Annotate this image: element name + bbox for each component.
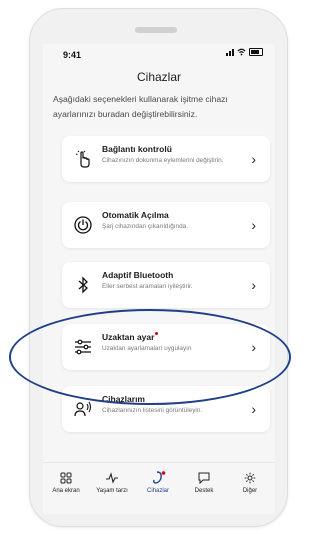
wifi-icon: [237, 48, 246, 56]
card-description: Cihazlarınızın listesini görüntüleyin.: [102, 407, 203, 414]
power-icon: [71, 213, 95, 237]
chevron-right-icon: ›: [251, 217, 256, 233]
tab-label: Destek: [194, 488, 214, 494]
tab-home[interactable]: Ana ekran: [43, 470, 89, 494]
app-screen: 9:41 Cihazlar Aşağıdaki seçenekleri kull…: [43, 44, 275, 514]
highlight-ellipse-annotation: [9, 309, 291, 405]
status-bar: 9:41: [43, 44, 275, 64]
tab-lifestyle[interactable]: Yaşam tarzı: [89, 470, 135, 494]
hearing-aid-icon: [135, 470, 181, 486]
status-indicators: [226, 48, 263, 56]
chevron-right-icon: ›: [251, 277, 256, 293]
chevron-right-icon: ›: [251, 151, 256, 167]
speaker-bar: [135, 27, 177, 33]
card-description: Cihazınızın dokunma eylemlerini değiştir…: [102, 157, 224, 164]
tab-more[interactable]: Diğer: [227, 470, 273, 494]
card-auto-on[interactable]: Otomatik Açılma Şarj cihazından çıkarıld…: [62, 202, 270, 248]
card-title: Otomatik Açılma: [102, 210, 169, 220]
card-connection-control[interactable]: Bağlantı kontrolü Cihazınızın dokunma ey…: [62, 136, 270, 182]
signal-icon: [226, 48, 234, 56]
card-description: Eller serbest aramaları iyileştirir.: [102, 283, 193, 290]
tab-label: Diğer: [242, 488, 258, 494]
tab-label: Yaşam tarzı: [96, 488, 128, 494]
chat-icon: [181, 470, 227, 486]
page-title: Cihazlar: [136, 70, 181, 84]
tab-bar: Ana ekran Yaşam tarzı Cihazlar Destek Di…: [43, 462, 275, 514]
tab-devices[interactable]: Cihazlar: [135, 470, 181, 494]
intro-text: Aşağıdaki seçenekleri kullanarak işitme …: [53, 94, 228, 119]
grid-icon: [43, 470, 89, 486]
card-adaptive-bluetooth[interactable]: Adaptif Bluetooth Eller serbest aramalar…: [62, 262, 270, 308]
status-time: 9:41: [63, 50, 82, 60]
gear-icon: [227, 470, 273, 486]
card-title: Bağlantı kontrolü: [102, 144, 172, 154]
tab-label: Cihazlar: [146, 488, 169, 494]
chevron-right-icon: ›: [251, 401, 256, 417]
pulse-icon: [89, 470, 135, 486]
bluetooth-icon: [71, 273, 95, 297]
tab-support[interactable]: Destek: [181, 470, 227, 494]
battery-icon: [249, 48, 263, 56]
card-description: Şarj cihazından çıkarıldığında.: [102, 223, 188, 230]
tab-label: Ana ekran: [52, 488, 80, 494]
card-title: Adaptif Bluetooth: [102, 270, 174, 280]
touch-icon: [71, 147, 95, 171]
